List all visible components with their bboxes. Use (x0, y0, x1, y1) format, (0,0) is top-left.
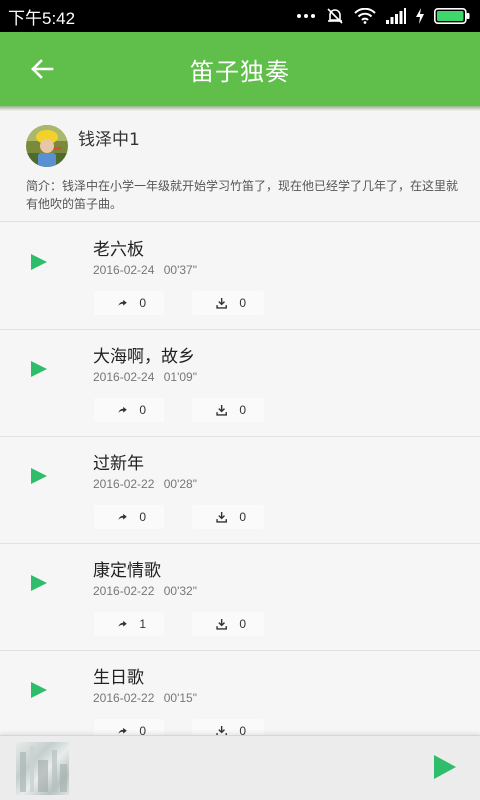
track-row[interactable]: 大海啊，故乡 2016-02-24 01'09" 0 0 (0, 330, 480, 437)
track-meta: 2016-02-22 00'15" (93, 691, 197, 705)
author-name: 钱泽中1 (78, 130, 140, 150)
status-time: 下午5:42 (8, 8, 76, 28)
share-count: 0 (139, 296, 146, 310)
share-button[interactable]: 0 (94, 398, 164, 422)
download-button[interactable]: 0 (192, 291, 264, 315)
download-count: 0 (239, 403, 246, 417)
share-icon (118, 299, 127, 307)
download-icon (216, 405, 227, 416)
thumbnail-image (20, 746, 67, 792)
wifi-icon (354, 8, 376, 24)
track-row[interactable]: 老六板 2016-02-24 00'37" 0 0 (0, 223, 480, 330)
play-icon[interactable] (30, 681, 48, 699)
bottom-player (0, 735, 480, 800)
album-thumbnail[interactable] (16, 742, 69, 795)
track-date: 2016-02-24 (93, 263, 155, 277)
download-icon (216, 298, 227, 309)
share-icon (118, 620, 127, 628)
share-icon (118, 406, 127, 414)
share-button[interactable]: 0 (94, 291, 164, 315)
status-bar: 下午5:42 (0, 0, 480, 32)
back-arrow-icon[interactable] (28, 57, 56, 81)
download-button[interactable]: 0 (192, 719, 264, 735)
battery-icon (434, 8, 470, 24)
page-title: 笛子独奏 (190, 57, 290, 86)
track-meta: 2016-02-22 00'28" (93, 477, 197, 491)
track-row[interactable]: 过新年 2016-02-22 00'28" 0 0 (0, 437, 480, 544)
track-date: 2016-02-22 (93, 691, 155, 705)
share-count: 0 (139, 510, 146, 524)
avatar-image (26, 125, 68, 167)
download-count: 0 (239, 510, 246, 524)
download-count: 0 (239, 724, 246, 735)
author-intro: 简介：钱泽中在小学一年级就开始学习竹笛了，现在他已经学了几年了，在这里就有他吹的… (26, 179, 459, 211)
track-duration: 00'28" (163, 477, 197, 491)
play-icon[interactable] (30, 467, 48, 485)
download-icon (216, 512, 227, 523)
share-button[interactable]: 0 (94, 719, 164, 735)
track-meta: 2016-02-24 01'09" (93, 370, 197, 384)
status-icons (296, 7, 470, 25)
track-title: 大海啊，故乡 (93, 347, 195, 367)
download-button[interactable]: 0 (192, 612, 264, 636)
share-count: 1 (139, 617, 146, 631)
share-icon (118, 513, 127, 521)
track-title: 老六板 (93, 240, 144, 260)
track-date: 2016-02-24 (93, 370, 155, 384)
download-button[interactable]: 0 (192, 398, 264, 422)
track-date: 2016-02-22 (93, 584, 155, 598)
track-row[interactable]: 生日歌 2016-02-22 00'15" 0 0 (0, 651, 480, 735)
track-row[interactable]: 康定情歌 2016-02-22 00'32" 1 0 (0, 544, 480, 651)
download-icon (216, 619, 227, 630)
share-button[interactable]: 0 (94, 505, 164, 529)
share-count: 0 (139, 724, 146, 735)
player-play-icon[interactable] (433, 754, 457, 780)
share-icon (118, 727, 127, 735)
author-section: 钱泽中1 简介：钱泽中在小学一年级就开始学习竹笛了，现在他已经学了几年了，在这里… (0, 111, 480, 222)
app-bar: 笛子独奏 (0, 32, 480, 106)
track-title: 过新年 (93, 454, 144, 474)
track-date: 2016-02-22 (93, 477, 155, 491)
track-duration: 01'09" (163, 370, 197, 384)
track-title: 康定情歌 (93, 561, 161, 581)
track-meta: 2016-02-22 00'32" (93, 584, 197, 598)
signal-icon (386, 8, 406, 24)
play-icon[interactable] (30, 574, 48, 592)
download-count: 0 (239, 617, 246, 631)
track-duration: 00'15" (163, 691, 197, 705)
share-button[interactable]: 1 (94, 612, 164, 636)
track-title: 生日歌 (93, 668, 144, 688)
share-count: 0 (139, 403, 146, 417)
play-icon[interactable] (30, 360, 48, 378)
track-meta: 2016-02-24 00'37" (93, 263, 197, 277)
download-button[interactable]: 0 (192, 505, 264, 529)
track-duration: 00'37" (163, 263, 197, 277)
avatar[interactable] (26, 125, 68, 167)
download-icon (216, 726, 227, 735)
dots-icon (297, 14, 315, 18)
download-count: 0 (239, 296, 246, 310)
mute-icon (327, 8, 343, 24)
track-list: 老六板 2016-02-24 00'37" 0 0 大海啊，故乡 2016-02… (0, 223, 480, 735)
charging-icon (416, 8, 424, 24)
track-duration: 00'32" (163, 584, 197, 598)
play-icon[interactable] (30, 253, 48, 271)
